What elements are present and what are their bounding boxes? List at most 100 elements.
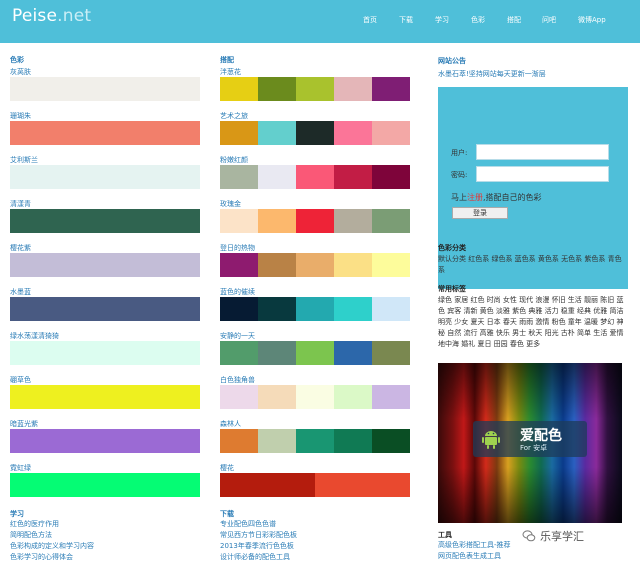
palette-strip[interactable] [220,121,410,145]
palette-color-chip [258,209,296,233]
color-card[interactable]: 水墨蓝 [10,287,200,321]
palette-name[interactable]: 樱花 [220,463,410,473]
color-swatch[interactable] [10,429,200,453]
notice-text[interactable]: 水墨石萃!坚持网站每天更新一渐层 [438,69,546,79]
palette-color-chip [334,209,372,233]
color-name[interactable]: 樱花紫 [10,243,200,253]
color-card[interactable]: 灰莴肤 [10,67,200,101]
color-swatch[interactable] [10,121,200,145]
color-card[interactable]: 暗蓝光紫 [10,419,200,453]
palette-name[interactable]: 蓝色的催续 [220,287,410,297]
color-swatch[interactable] [10,253,200,277]
nav-palettes[interactable]: 搭配 [507,15,521,25]
palette-card[interactable]: 蓝色的催续 [220,287,410,321]
login-button[interactable]: 登录 [452,207,508,219]
color-swatch[interactable] [10,209,200,233]
nav-download[interactable]: 下载 [399,15,413,25]
palette-card[interactable]: 樱花 [220,463,410,497]
palette-name[interactable]: 艺术之旅 [220,111,410,121]
palette-card[interactable]: 艺术之旅 [220,111,410,145]
palette-color-chip [258,385,296,409]
color-swatch[interactable] [10,165,200,189]
palette-name[interactable]: 森林人 [220,419,410,429]
palettes-column: 搭配 泮葱花艺术之旅粉嫩红颜玫瑰金登日的热物蓝色的催续安静的一天白色独角兽森林人… [220,56,410,561]
palette-card[interactable]: 玫瑰金 [220,199,410,233]
download-link[interactable]: 设计师必备的配色工具 [220,552,297,563]
palette-strip[interactable] [220,209,410,233]
learning-link[interactable]: 色彩构成的定义和学习内容 [10,541,94,552]
palette-color-chip [220,429,258,453]
color-name[interactable]: 灰莴肤 [10,67,200,77]
palette-strip[interactable] [220,77,410,101]
color-card[interactable]: 清漾青 [10,199,200,233]
username-input[interactable] [476,144,609,160]
palettes-section-title: 搭配 [220,56,234,64]
palette-name[interactable]: 安静的一天 [220,331,410,341]
palette-card[interactable]: 白色独角兽 [220,375,410,409]
download-link[interactable]: 2013年春季流行色色板 [220,541,297,552]
register-link[interactable]: 注册 [467,193,483,202]
palette-name[interactable]: 白色独角兽 [220,375,410,385]
palette-card[interactable]: 泮葱花 [220,67,410,101]
palette-card[interactable]: 森林人 [220,419,410,453]
color-swatch[interactable] [10,385,200,409]
palette-name[interactable]: 登日的热物 [220,243,410,253]
learning-link[interactable]: 色彩学习的心得体会 [10,552,94,563]
tags-list[interactable]: 绿色 家居 红色 时尚 女性 现代 浪漫 怀旧 生活 靓丽 陈旧 蓝色 宾客 清… [438,295,626,350]
nav-qa[interactable]: 问吧 [542,15,556,25]
palette-strip[interactable] [220,253,410,277]
color-swatch[interactable] [10,77,200,101]
download-link[interactable]: 常见西方节日彩彩配色板 [220,530,297,541]
color-swatch[interactable] [10,473,200,497]
learning-link[interactable]: 红色的医疗作用 [10,519,94,530]
app-banner[interactable]: 爱配色 For 安卓 [438,363,622,523]
download-link[interactable]: 专业配色四色色谱 [220,519,297,530]
palette-card[interactable]: 安静的一天 [220,331,410,365]
color-card[interactable]: 霓虹绿 [10,463,200,497]
palette-strip[interactable] [220,385,410,409]
color-card[interactable]: 硼草色 [10,375,200,409]
color-name[interactable]: 绿水荡漾清猗猗 [10,331,200,341]
nav-home[interactable]: 首页 [363,15,377,25]
palette-name[interactable]: 泮葱花 [220,67,410,77]
colors-column: 色彩 灰莴肤 珊瑚朱 艾利斯兰 清漾青 樱花紫 水墨蓝 绿水荡漾清猗猗 硼草色 暗蓝光紫 霓虹绿 … [10,56,200,561]
tool-link[interactable]: 高级色彩搭配工具-推荐 [438,540,511,551]
notice-title: 网站公告 [438,57,466,65]
color-name[interactable]: 艾利斯兰 [10,155,200,165]
password-input[interactable] [476,166,609,182]
nav-colors[interactable]: 色彩 [471,15,485,25]
color-card[interactable]: 艾利斯兰 [10,155,200,189]
color-name[interactable]: 珊瑚朱 [10,111,200,121]
colors-section-title: 色彩 [10,56,24,64]
palette-color-chip [372,209,410,233]
nav-weibo-app[interactable]: 微博App [578,15,606,25]
tool-link[interactable]: 网页配色表生成工具 [438,551,511,562]
color-name[interactable]: 暗蓝光紫 [10,419,200,429]
color-name[interactable]: 硼草色 [10,375,200,385]
palette-strip[interactable] [220,429,410,453]
palette-card[interactable]: 登日的热物 [220,243,410,277]
nav-learn[interactable]: 学习 [435,15,449,25]
palette-strip[interactable] [220,165,410,189]
palette-strip[interactable] [220,341,410,365]
color-name[interactable]: 霓虹绿 [10,463,200,473]
learning-link[interactable]: 简明配色方法 [10,530,94,541]
palette-card[interactable]: 粉嫩红颜 [220,155,410,189]
download-links: 专业配色四色色谱 常见西方节日彩彩配色板 2013年春季流行色色板 设计师必备的配色工… [220,519,297,563]
color-swatch[interactable] [10,297,200,321]
color-card[interactable]: 绿水荡漾清猗猗 [10,331,200,365]
watermark-text: 乐享学汇 [540,530,584,543]
color-name[interactable]: 水墨蓝 [10,287,200,297]
tags-title: 常用标签 [438,285,466,293]
categories-title: 色彩分类 [438,244,466,252]
palette-strip[interactable] [220,297,410,321]
color-name[interactable]: 清漾青 [10,199,200,209]
categories-list[interactable]: 默认分类 红色系 绿色系 蓝色系 黄色系 无色系 紫色系 青色系 [438,254,626,276]
palette-name[interactable]: 玫瑰金 [220,199,410,209]
color-swatch[interactable] [10,341,200,365]
color-card[interactable]: 樱花紫 [10,243,200,277]
downloads-title: 下载 [220,510,234,518]
palette-strip[interactable] [220,473,410,497]
palette-name[interactable]: 粉嫩红颜 [220,155,410,165]
color-card[interactable]: 珊瑚朱 [10,111,200,145]
